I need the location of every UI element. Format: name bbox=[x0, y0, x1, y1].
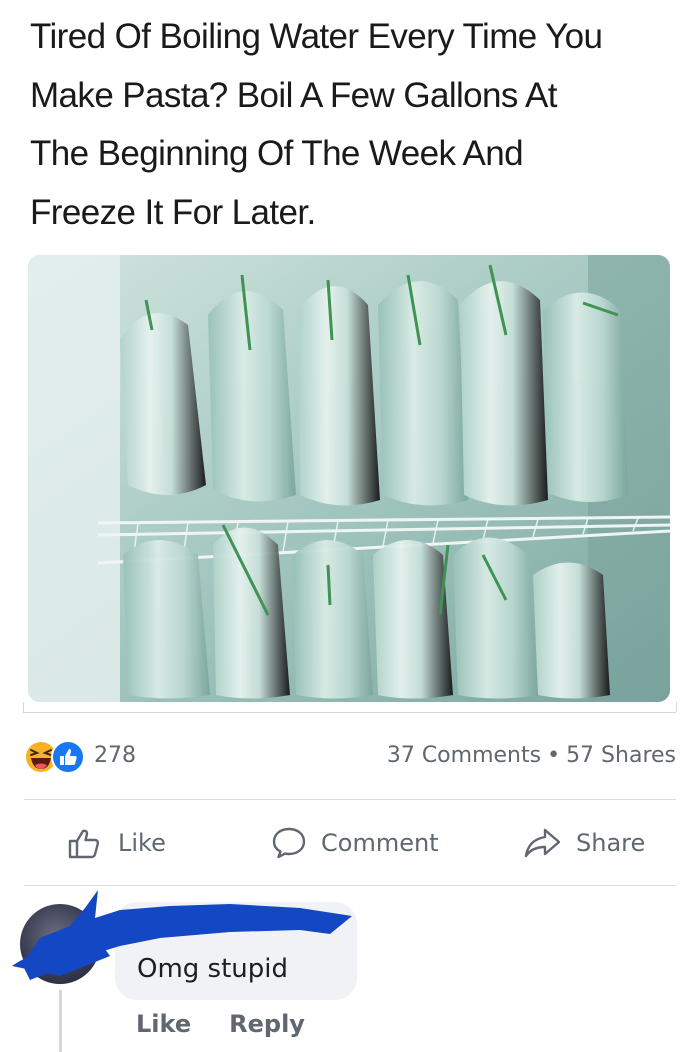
comment-actions: Like Reply bbox=[136, 1010, 343, 1038]
caption-line-2: Make Pasta? Boil A Few Gallons At bbox=[30, 75, 557, 115]
share-label: Share bbox=[576, 828, 646, 857]
reaction-icons[interactable] bbox=[24, 739, 88, 775]
meme-image[interactable]: Tired Of Boiling Water Every Time You Ma… bbox=[0, 0, 700, 712]
like-button[interactable]: Like bbox=[68, 800, 166, 885]
caption-line-4: Freeze It For Later. bbox=[30, 192, 316, 232]
comment-like-link[interactable]: Like bbox=[136, 1010, 191, 1038]
comment-button[interactable]: Comment bbox=[271, 800, 439, 885]
like-label: Like bbox=[118, 828, 166, 857]
caption-line-1: Tired Of Boiling Water Every Time You bbox=[30, 17, 603, 56]
comments-shares-summary: 37 Comments • 57 Shares bbox=[387, 743, 676, 768]
meme-caption: Tired Of Boiling Water Every Time You Ma… bbox=[30, 8, 680, 242]
separator-dot: • bbox=[547, 743, 561, 768]
reaction-count[interactable]: 278 bbox=[94, 743, 136, 768]
comment-reply-link[interactable]: Reply bbox=[229, 1010, 305, 1038]
frozen-water-bags-photo bbox=[28, 255, 670, 702]
share-arrow-icon bbox=[524, 828, 561, 857]
comment-label: Comment bbox=[321, 828, 439, 857]
like-icon bbox=[51, 740, 85, 774]
caption-line-3: The Beginning Of The Week And bbox=[30, 134, 524, 173]
post-stats-row: 278 37 Comments • 57 Shares bbox=[0, 734, 700, 778]
image-left-border bbox=[23, 702, 24, 712]
comments-count-link[interactable]: 37 Comments bbox=[387, 743, 541, 768]
reply-thread-line bbox=[59, 990, 62, 1052]
comment-bubble: ...mbr Omg stupid bbox=[115, 902, 357, 1000]
post-action-bar: Like Comment Share bbox=[0, 800, 700, 885]
image-bottom-border bbox=[23, 712, 676, 713]
image-right-border bbox=[676, 702, 677, 712]
shares-count-link[interactable]: 57 Shares bbox=[566, 743, 676, 768]
share-button[interactable]: Share bbox=[524, 800, 645, 885]
thumbs-up-icon bbox=[68, 829, 100, 858]
comment-text: Omg stupid bbox=[137, 954, 289, 984]
comment-item: ...mbr Omg stupid Like Reply bbox=[0, 886, 700, 1052]
avatar[interactable] bbox=[20, 904, 100, 984]
speech-bubble-icon bbox=[272, 827, 306, 858]
comment-author-name[interactable]: ...mbr bbox=[137, 916, 191, 939]
